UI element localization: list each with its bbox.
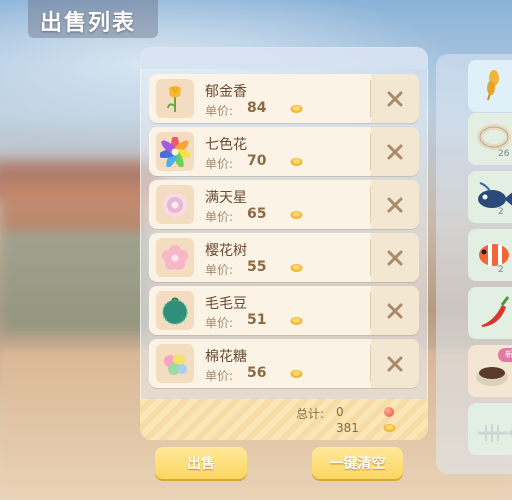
- coin-icon: [290, 370, 303, 378]
- coin-icon: [290, 317, 303, 325]
- sell-item: 毛毛豆 单价: 51: [149, 286, 419, 335]
- sell-item: 樱花树 单价: 55: [149, 233, 419, 282]
- item-name: 郁金香: [205, 84, 247, 100]
- inventory-cell[interactable]: 新: [468, 345, 512, 397]
- close-icon: [387, 91, 403, 106]
- remove-item-button[interactable]: [371, 74, 419, 123]
- fuzzy-bean-icon: [156, 291, 194, 330]
- item-name: 毛毛豆: [205, 296, 247, 312]
- item-price: 84: [247, 100, 267, 116]
- item-name: 七色花: [205, 137, 247, 153]
- inventory-cell[interactable]: [468, 403, 512, 455]
- sell-item: 棉花糖 单价: 56: [149, 339, 419, 388]
- item-name: 樱花树: [205, 243, 247, 259]
- price-label: 单价:: [205, 263, 234, 277]
- rainbow-flower-icon: [156, 132, 194, 171]
- cotton-candy-icon: [156, 344, 194, 383]
- coin-icon: [383, 424, 396, 432]
- clownfish-icon: [479, 244, 509, 266]
- close-icon: [387, 250, 403, 265]
- item-count: 2: [498, 207, 504, 217]
- inventory-cell[interactable]: [468, 287, 512, 339]
- close-icon: [387, 144, 403, 159]
- item-price: 51: [247, 312, 267, 328]
- close-icon: [387, 303, 403, 318]
- gem-icon: [384, 407, 394, 417]
- close-icon: [387, 356, 403, 371]
- coin-icon: [290, 211, 303, 219]
- price-label: 单价:: [205, 316, 234, 330]
- remove-item-button[interactable]: [371, 127, 419, 176]
- coin-icon: [290, 105, 303, 113]
- sell-item: 七色花 单价: 70: [149, 127, 419, 176]
- item-price: 65: [247, 206, 267, 222]
- clear-all-button[interactable]: 一键清空: [312, 447, 403, 479]
- coin-icon: [290, 158, 303, 166]
- wheat-icon: [487, 70, 499, 101]
- item-count: 2: [498, 265, 504, 275]
- item-name: 棉花糖: [205, 349, 247, 365]
- remove-item-button[interactable]: [371, 180, 419, 229]
- panel-header-bar: [140, 47, 428, 69]
- item-price: 55: [247, 259, 267, 275]
- inventory-cell[interactable]: 2: [468, 171, 512, 223]
- chili-pepper-icon: [482, 296, 510, 327]
- background-house: [0, 185, 150, 335]
- remove-item-button[interactable]: [371, 233, 419, 282]
- total-label: 总计:: [296, 407, 325, 421]
- item-name: 满天星: [205, 190, 247, 206]
- total-footer: 总计: 0 381: [140, 399, 428, 440]
- babys-breath-icon: [156, 185, 194, 224]
- remove-item-button[interactable]: [371, 286, 419, 335]
- item-count: 26: [498, 149, 510, 159]
- cherry-blossom-icon: [156, 238, 194, 277]
- price-label: 单价:: [205, 157, 234, 171]
- total-coins-value: 381: [336, 421, 359, 435]
- sell-item: 郁金香 单价: 84: [149, 74, 419, 123]
- total-gems-value: 0: [336, 405, 344, 419]
- tulip-icon: [156, 79, 194, 118]
- item-price: 70: [247, 153, 267, 169]
- sell-item: 满天星 单价: 65: [149, 180, 419, 229]
- price-label: 单价:: [205, 369, 234, 383]
- close-icon: [387, 197, 403, 212]
- inventory-cell[interactable]: 26: [468, 113, 512, 165]
- sell-list-panel: 郁金香 单价: 84 七色花 单价: 70 满天星 单价: 65 樱花树 单价:…: [140, 47, 428, 440]
- inventory-cell[interactable]: 2: [468, 229, 512, 281]
- inventory-cell[interactable]: [468, 60, 512, 112]
- coin-icon: [290, 264, 303, 272]
- fish-icon: [478, 182, 512, 208]
- sell-button[interactable]: 出售: [155, 447, 247, 479]
- price-label: 单价:: [205, 104, 234, 118]
- new-badge: 新: [498, 348, 512, 362]
- page-title: 出售列表: [40, 11, 137, 36]
- item-price: 56: [247, 365, 267, 381]
- remove-item-button[interactable]: [371, 339, 419, 388]
- price-label: 单价:: [205, 210, 234, 224]
- fish-bone-icon: [478, 424, 512, 442]
- inventory-panel: 26 2 2 新: [436, 54, 512, 474]
